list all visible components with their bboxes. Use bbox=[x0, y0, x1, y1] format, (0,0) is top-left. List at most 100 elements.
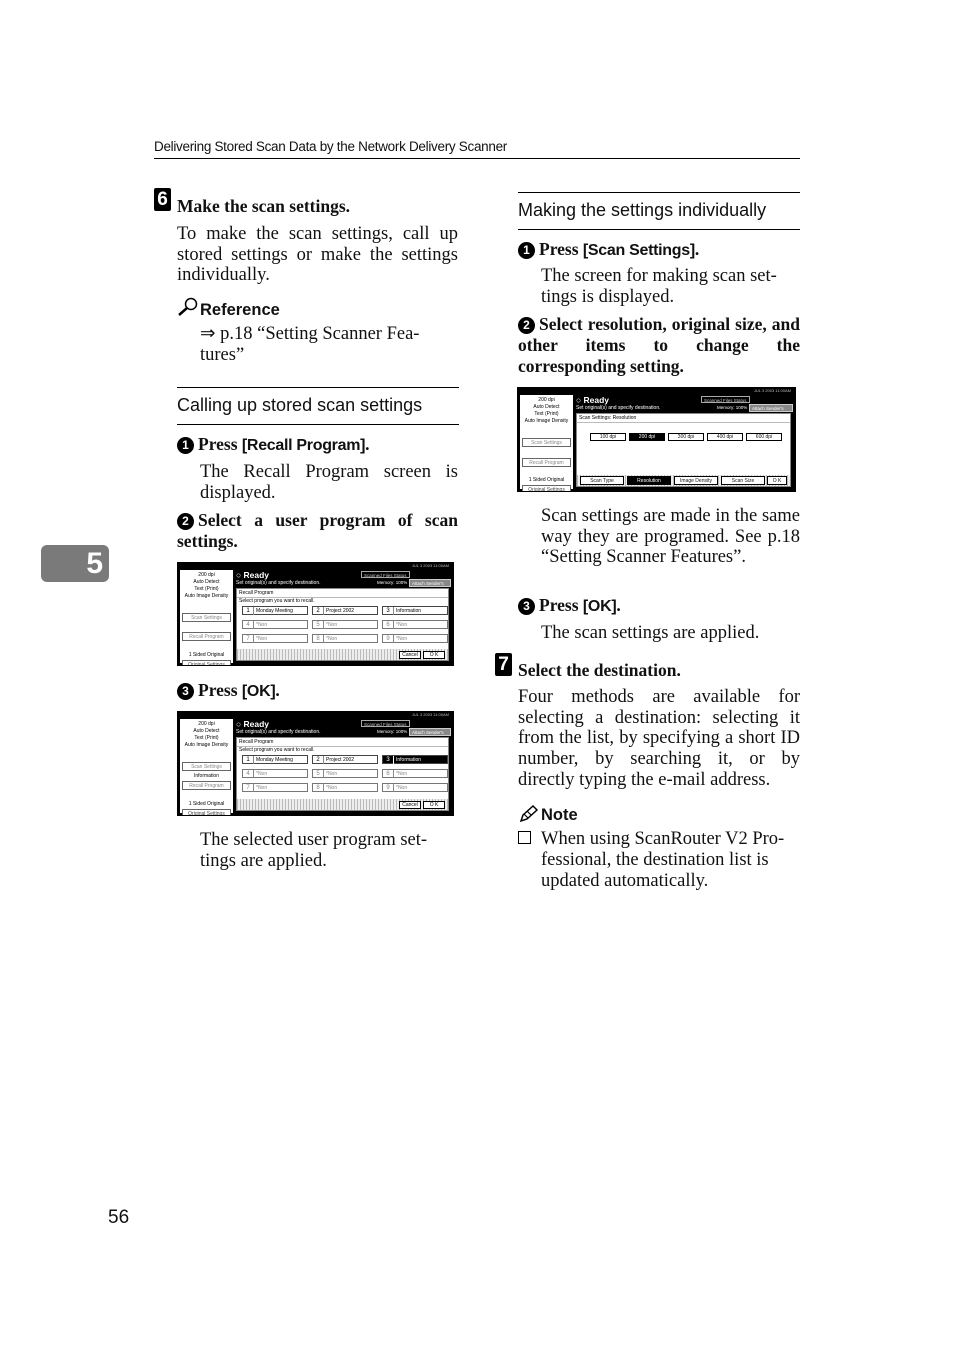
original-settings-button[interactable]: Original Settings bbox=[522, 485, 571, 491]
scanned-files-status-button[interactable]: Scanned Files Status bbox=[361, 720, 410, 727]
sided-original-label: 1 Sided Original bbox=[188, 652, 225, 658]
tab-image-density[interactable]: Image Density bbox=[674, 476, 718, 485]
program-7-button[interactable]: 7 *Non bbox=[242, 634, 308, 643]
resolution-100-button[interactable]: 100 dpi bbox=[590, 433, 626, 441]
program-1-button[interactable]: 1 Monday Meeting bbox=[242, 755, 308, 764]
recall-program-key: [Recall Program] bbox=[241, 437, 366, 454]
recall-program-button[interactable]: Recall Program bbox=[182, 632, 231, 641]
program-5-button[interactable]: 5 *Non bbox=[312, 620, 378, 629]
clock-display: JUL 3 2003 11:00AM bbox=[411, 712, 449, 717]
circle-number-1: 1 bbox=[177, 437, 194, 454]
program-4-button[interactable]: 4 *Non bbox=[242, 620, 308, 629]
circle-number-2: 2 bbox=[177, 513, 194, 530]
cancel-button[interactable]: Cancel bbox=[399, 801, 421, 809]
screen-left-panel: 200 dpi Auto Detect Text (Print) Auto Image… bbox=[180, 719, 233, 815]
scan-settings-button[interactable]: Scan Settings bbox=[182, 762, 231, 771]
program-5-button[interactable]: 5 *Non bbox=[312, 769, 378, 778]
current-settings-info: 200 dpi Auto Detect Text (Print) Auto Image… bbox=[524, 397, 569, 424]
ok-key: [OK] bbox=[582, 598, 617, 615]
individual-sub1-body-line1: The screen for making scan set- bbox=[541, 266, 777, 286]
screen-subtitle: Set original(s) and specify destination. bbox=[236, 729, 321, 735]
step-7-marker: 7 bbox=[495, 653, 512, 676]
magnifier-icon bbox=[178, 297, 198, 316]
clock-display: JUL 3 2003 11:00AM bbox=[753, 388, 791, 393]
program-6-button[interactable]: 6 *Non bbox=[382, 620, 448, 629]
scan-settings-button[interactable]: Scan Settings bbox=[182, 613, 231, 622]
resolution-300-button[interactable]: 300 dpi bbox=[668, 433, 704, 441]
step-6-heading: 6 bbox=[154, 188, 171, 211]
ready-status: ○ Ready bbox=[576, 395, 610, 405]
clock-display: JUL 3 2003 11:00AM bbox=[411, 563, 449, 568]
scan-settings-panel: Scan Settings: Resolution 100 dpi 200 dp… bbox=[576, 413, 791, 487]
calling-sub1-body: The Recall Program screen is displayed. bbox=[200, 462, 458, 503]
program-9-button[interactable]: 9 *Non bbox=[382, 634, 448, 643]
step-6-body: To make the scan settings, call up store… bbox=[177, 224, 458, 286]
reference-block bbox=[177, 297, 199, 322]
recall-panel: Recall Program Select program you want t… bbox=[236, 588, 449, 661]
scanned-files-status-button[interactable]: Scanned Files Status bbox=[361, 571, 410, 578]
panel-subtitle: Select program you want to recall. bbox=[239, 598, 315, 604]
memory-indicator: Memory: 100% bbox=[377, 729, 408, 734]
chapter-tab: 5 bbox=[41, 545, 109, 582]
reference-link-line1[interactable]: ⇒ p.18 “Setting Scanner Fea- bbox=[200, 324, 419, 345]
step-7-title: Select the destination. bbox=[518, 660, 681, 680]
program-8-button[interactable]: 8 *Non bbox=[312, 783, 378, 792]
note-item-line1: When using ScanRouter V2 Pro- bbox=[541, 829, 785, 849]
attach-senders-name-button[interactable]: Attach Sender's Name bbox=[749, 404, 793, 419]
section-title-calling: Calling up stored scan settings bbox=[177, 387, 459, 425]
resolution-600-button[interactable]: 600 dpi bbox=[746, 433, 782, 441]
tab-scan-type[interactable]: Scan Type bbox=[580, 476, 624, 485]
ready-status: ○ Ready bbox=[236, 719, 270, 729]
attach-senders-name-button[interactable]: Attach Sender's Name bbox=[409, 579, 451, 594]
scan-settings-button[interactable]: Scan Settings bbox=[522, 438, 571, 447]
panel-title: Recall Program bbox=[239, 739, 274, 745]
resolution-200-button-selected[interactable]: 200 dpi bbox=[629, 433, 665, 441]
resolution-400-button[interactable]: 400 dpi bbox=[707, 433, 743, 441]
tab-resolution[interactable]: Resolution bbox=[627, 476, 671, 485]
program-2-button[interactable]: 2 Project 2002 bbox=[312, 606, 378, 615]
individual-sub3-body: The scan settings are applied. bbox=[541, 623, 760, 643]
program-6-button[interactable]: 6 *Non bbox=[382, 769, 448, 778]
attach-senders-name-button[interactable]: Attach Sender's Name bbox=[409, 728, 451, 743]
note-block bbox=[518, 804, 540, 829]
calling-sub3-body-line1: The selected user program set- bbox=[200, 830, 428, 850]
program-1-button[interactable]: 1 Monday Meeting bbox=[242, 606, 308, 615]
individual-sub3-heading: 3 Press [OK]. bbox=[518, 595, 621, 616]
cancel-button[interactable]: Cancel bbox=[399, 651, 421, 659]
program-4-button[interactable]: 4 *Non bbox=[242, 769, 308, 778]
program-3-button-selected[interactable]: 3 Information bbox=[382, 755, 448, 764]
pencil-icon bbox=[519, 804, 539, 823]
step-number-7: 7 bbox=[495, 653, 512, 676]
note-item-line3: updated automatically. bbox=[541, 871, 709, 891]
recall-program-button[interactable]: Recall Program bbox=[182, 781, 231, 790]
original-settings-button[interactable]: Original Settings bbox=[182, 660, 231, 665]
ok-button[interactable]: O K bbox=[423, 651, 445, 659]
step-number-6: 6 bbox=[154, 188, 171, 211]
scanned-files-status-button[interactable]: Scanned Files Status bbox=[701, 396, 750, 403]
circle-number-3: 3 bbox=[518, 598, 535, 615]
information-label: Information bbox=[193, 773, 219, 779]
reference-link-line2[interactable]: tures” bbox=[200, 345, 244, 366]
scan-settings-screen: JUL 3 2003 11:00AM 200 dpi Auto Detect Tex… bbox=[517, 387, 796, 492]
program-2-button[interactable]: 2 Project 2002 bbox=[312, 755, 378, 764]
recall-program-screen-1: JUL 3 2003 11:00AM 200 dpi Auto Detect Tex… bbox=[177, 562, 454, 666]
program-8-button[interactable]: 8 *Non bbox=[312, 634, 378, 643]
scan-settings-key: [Scan Settings] bbox=[582, 242, 695, 259]
recall-panel: Recall Program Select program you want t… bbox=[236, 737, 449, 811]
ok-key: [OK] bbox=[241, 683, 276, 700]
ok-button[interactable]: O K bbox=[423, 801, 445, 809]
program-7-button[interactable]: 7 *Non bbox=[242, 783, 308, 792]
recall-program-button[interactable]: Recall Program bbox=[522, 458, 571, 467]
screen-subtitle: Set original(s) and specify destination. bbox=[576, 405, 661, 411]
step-7-body: Four methods are available for selecting… bbox=[518, 687, 800, 790]
original-settings-button[interactable]: Original Settings bbox=[182, 809, 231, 815]
individual-sub2-heading: 2 Select resolution, original size, and o… bbox=[518, 314, 800, 376]
tab-scan-size[interactable]: Scan Size bbox=[721, 476, 765, 485]
ok-button[interactable]: O K bbox=[767, 476, 787, 485]
screen-left-panel: 200 dpi Auto Detect Text (Print) Auto Image… bbox=[180, 570, 233, 665]
program-9-button[interactable]: 9 *Non bbox=[382, 783, 448, 792]
panel-title: Recall Program bbox=[239, 590, 274, 596]
program-3-button[interactable]: 3 Information bbox=[382, 606, 448, 615]
circle-number-3: 3 bbox=[177, 683, 194, 700]
calling-sub2-heading: 2 Select a user program of scan settings. bbox=[177, 510, 458, 551]
